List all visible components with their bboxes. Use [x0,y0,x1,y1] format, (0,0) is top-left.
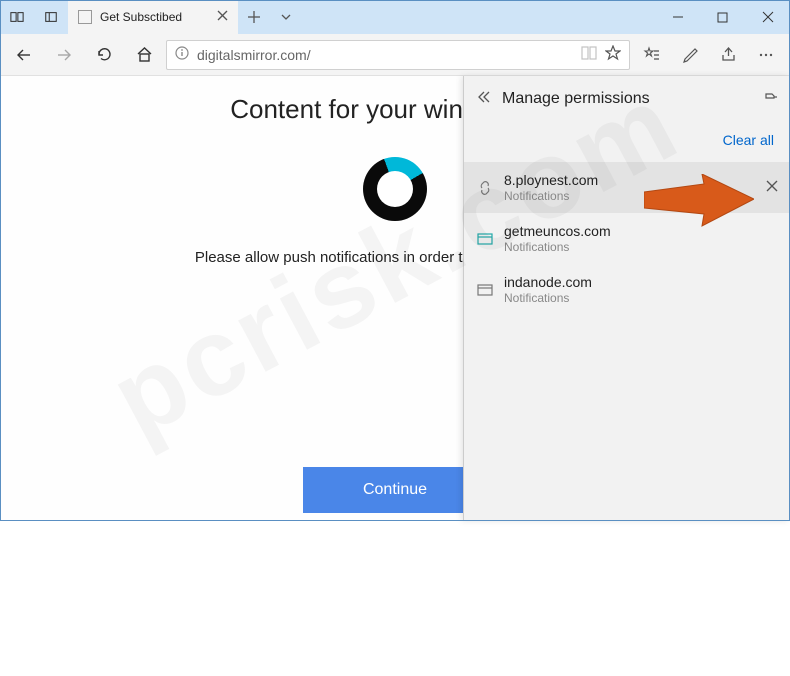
minimize-button[interactable] [655,0,700,34]
permission-domain: indanode.com [504,274,592,291]
tab-actions-button[interactable] [0,0,34,34]
address-bar[interactable]: digitalsmirror.com/ [166,40,630,70]
permission-item[interactable]: getmeuncos.com Notifications [464,213,790,264]
forward-button[interactable] [46,37,82,73]
permission-item[interactable]: 8.ploynest.com Notifications [464,162,790,213]
window-controls [655,0,790,34]
permissions-panel: Manage permissions Clear all 8.ploynest.… [463,76,790,521]
permission-domain: getmeuncos.com [504,223,611,240]
remove-permission-icon[interactable] [766,179,778,197]
card-icon [476,230,494,248]
menu-button[interactable] [748,37,784,73]
new-tab-button[interactable] [238,0,270,34]
share-icon[interactable] [710,37,746,73]
reading-view-icon[interactable] [581,46,597,63]
pin-icon[interactable] [763,89,778,109]
continue-button[interactable]: Continue [303,467,487,513]
browser-tab[interactable]: Get Subsctibed [68,0,238,34]
permission-domain: 8.ploynest.com [504,172,598,189]
panel-back-icon[interactable] [476,90,492,109]
notes-icon[interactable] [672,37,708,73]
window-icon [476,281,494,299]
panel-header: Manage permissions [464,76,790,122]
panel-title: Manage permissions [502,90,753,108]
browser-toolbar: digitalsmirror.com/ [0,34,790,76]
window-titlebar: Get Subsctibed [0,0,790,34]
tab-chevron-down-icon[interactable] [270,0,302,34]
url-text: digitalsmirror.com/ [197,47,573,63]
link-icon [476,179,494,197]
site-info-icon[interactable] [175,46,189,63]
clear-all-wrap: Clear all [464,122,790,162]
back-button[interactable] [6,37,42,73]
clear-all-link[interactable]: Clear all [723,132,774,148]
tab-title: Get Subsctibed [100,10,182,24]
favorite-star-icon[interactable] [605,45,621,64]
permission-sub: Notifications [504,189,598,203]
favorites-list-icon[interactable] [634,37,670,73]
permission-sub: Notifications [504,240,611,254]
permission-sub: Notifications [504,291,592,305]
tab-close-icon[interactable] [217,10,228,24]
set-aside-tabs-button[interactable] [34,0,68,34]
permission-item[interactable]: indanode.com Notifications [464,264,790,315]
tab-favicon [78,10,92,24]
maximize-button[interactable] [700,0,745,34]
toolbar-right [634,37,784,73]
refresh-button[interactable] [86,37,122,73]
loading-ring-icon [363,157,427,221]
close-window-button[interactable] [745,0,790,34]
permissions-list: 8.ploynest.com Notifications getmeuncos.… [464,162,790,316]
home-button[interactable] [126,37,162,73]
titlebar-left: Get Subsctibed [0,0,302,34]
